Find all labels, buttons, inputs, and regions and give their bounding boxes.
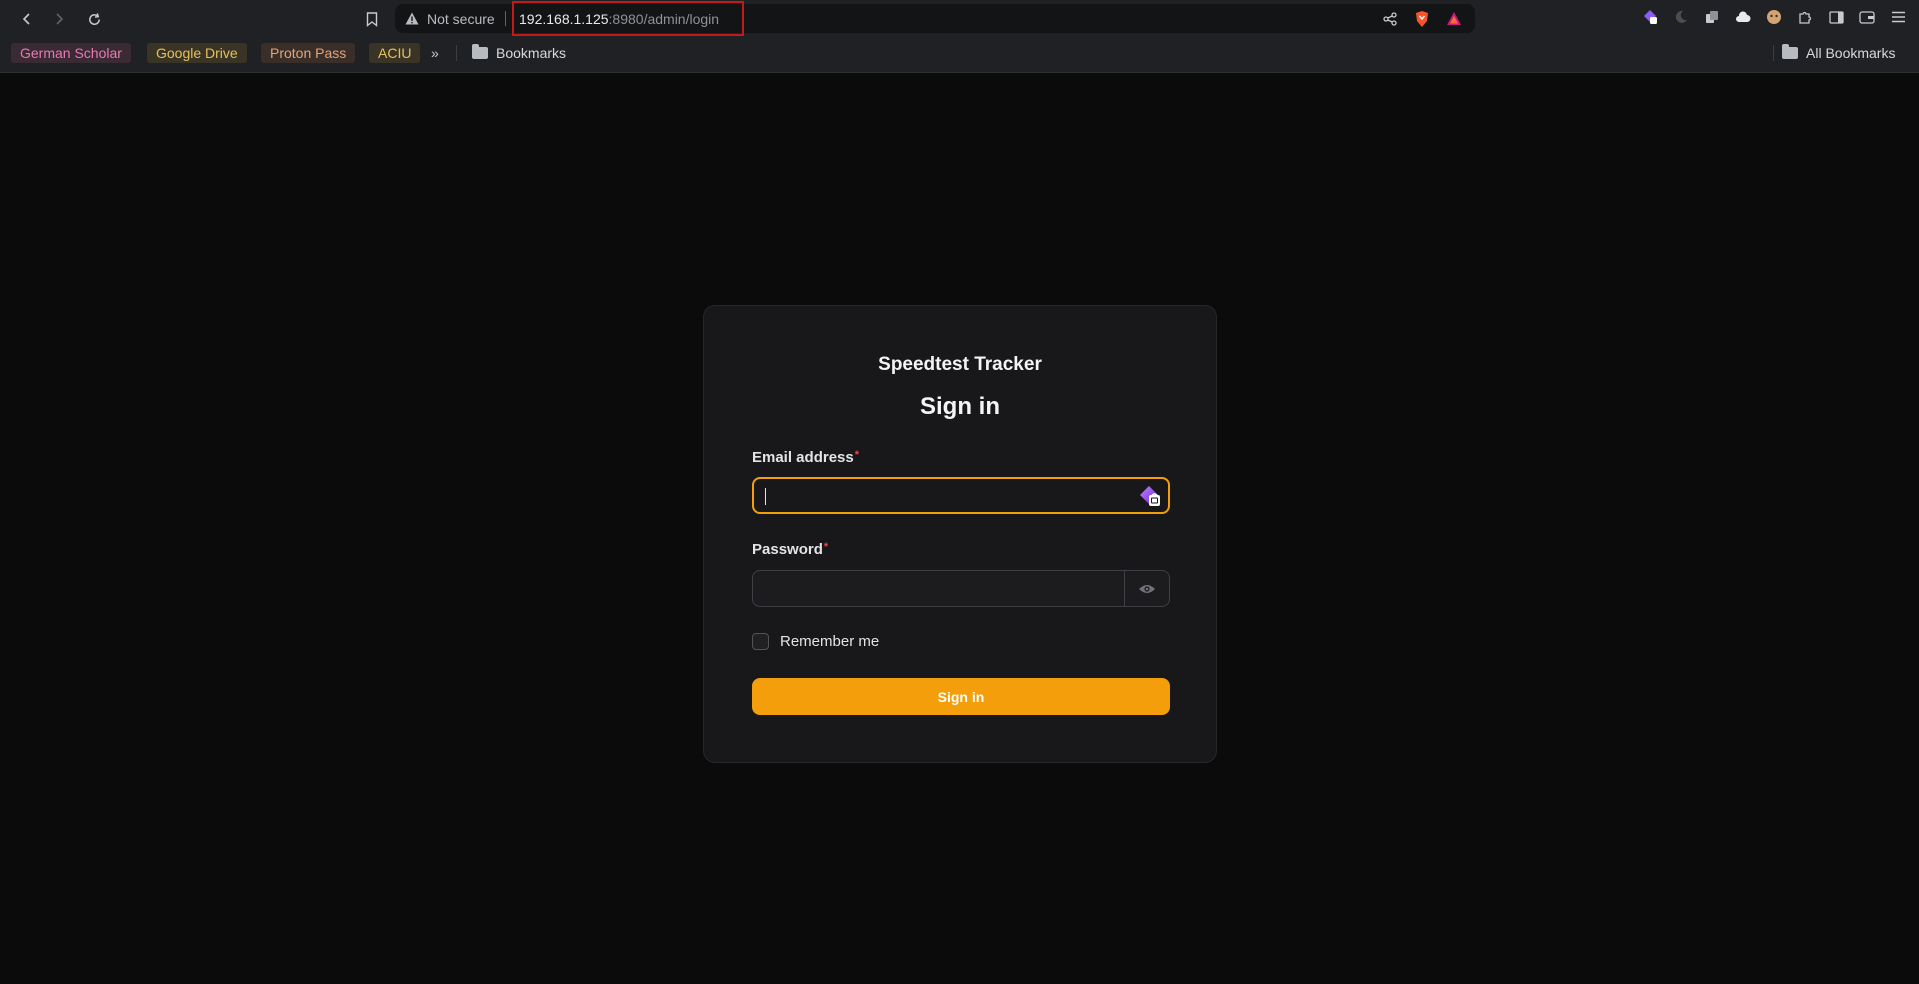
sidebar-icon[interactable] [1827,8,1845,26]
bookmarks-overflow-button[interactable]: » [431,43,439,63]
password-label-text: Password [752,541,823,558]
back-icon[interactable] [16,8,38,30]
all-bookmarks-folder[interactable]: All Bookmarks [1782,43,1895,63]
remember-me-checkbox[interactable] [752,633,769,650]
login-card: Speedtest Tracker Sign in Email address*… [703,305,1217,763]
url-path: :8980/admin/login [608,10,720,27]
bookmark-google-drive[interactable]: Google Drive [147,43,247,63]
required-marker: * [823,541,829,553]
brave-shields-icon[interactable] [1413,10,1431,28]
browser-chrome: Not secure 192.168.1.125:8980/admin/logi… [0,0,1919,73]
password-field[interactable] [752,570,1170,607]
divider [505,11,506,26]
text-cursor [765,488,766,505]
brave-rewards-icon[interactable] [1445,10,1463,28]
site-info[interactable]: Not secure [405,4,495,33]
address-bar-actions [1381,4,1463,33]
bookmark-proton-pass[interactable]: Proton Pass [261,43,356,63]
folder-icon [472,44,488,59]
menu-icon[interactable] [1889,8,1907,26]
bookmarks-divider-right [1773,45,1774,61]
email-label-text: Email address [752,449,854,466]
url-host: 192.168.1.125 [519,10,609,27]
password-label: Password* [752,541,828,558]
folder-icon [1782,44,1798,59]
warning-icon [405,12,419,25]
email-label: Email address* [752,449,859,466]
bookmark-german-scholar[interactable]: German Scholar [11,43,131,63]
app-brand: Speedtest Tracker [878,354,1042,375]
url-text[interactable]: 192.168.1.125:8980/admin/login [519,4,719,33]
security-label: Not secure [427,10,495,27]
password-manager-icon[interactable] [1138,484,1162,508]
show-password-button[interactable] [1124,571,1169,606]
bookmarks-folder[interactable]: Bookmarks [472,43,566,63]
eye-icon [1139,584,1155,593]
page-title: Sign in [920,393,1000,420]
email-field[interactable] [752,477,1170,514]
extensions-puzzle-icon[interactable] [1796,8,1814,26]
proton-pass-extension-icon[interactable] [1641,8,1659,26]
remember-me-label[interactable]: Remember me [780,633,879,650]
bookmark-page-icon[interactable] [361,8,383,30]
required-marker: * [854,449,859,461]
forward-icon[interactable] [48,8,70,30]
sign-in-button[interactable]: Sign in [752,678,1170,715]
wallet-icon[interactable] [1858,8,1876,26]
address-bar[interactable]: Not secure 192.168.1.125:8980/admin/logi… [395,1,1475,36]
reload-icon[interactable] [83,8,105,30]
bookmark-aciu[interactable]: ACIU [369,43,421,63]
bookmarks-folder-label: Bookmarks [496,45,567,61]
avatar-extension-icon[interactable] [1765,8,1783,26]
cloud-icon[interactable] [1734,8,1752,26]
browser-toolbar: Not secure 192.168.1.125:8980/admin/logi… [0,0,1919,37]
bookmarks-bar: German Scholar Google Drive Proton Pass … [0,41,1919,65]
bookmarks-divider [456,45,457,61]
browser-extensions [1641,8,1907,26]
all-bookmarks-label: All Bookmarks [1806,45,1896,61]
tabs-extension-icon[interactable] [1703,8,1721,26]
dark-mode-icon[interactable] [1672,8,1690,26]
share-icon[interactable] [1381,10,1399,28]
